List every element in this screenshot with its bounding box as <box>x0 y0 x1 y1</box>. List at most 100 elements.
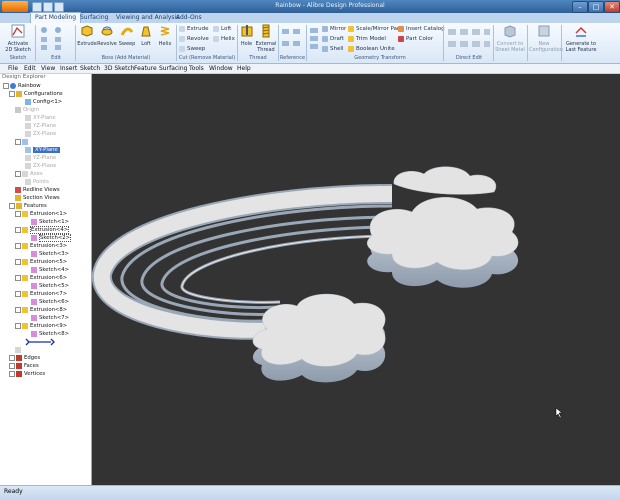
menu-3d-sketch[interactable]: 3D Sketch <box>104 64 135 73</box>
tree-node-vertices[interactable]: Vertices <box>0 370 90 378</box>
tree-node-feature[interactable]: Extrusion<4> <box>0 226 90 234</box>
minimize-button[interactable]: – <box>572 1 588 13</box>
cut-sweep-button[interactable]: Sweep <box>179 45 205 53</box>
collapse-icon[interactable] <box>15 210 21 217</box>
collapse-icon[interactable] <box>15 322 21 329</box>
boolean-unite-button[interactable]: Boolean Unite <box>348 45 395 53</box>
collapse-icon[interactable] <box>15 274 21 281</box>
collapse-icon[interactable] <box>9 202 15 209</box>
tree-node-sketch[interactable]: Sketch<5> <box>0 282 90 290</box>
part-color-button[interactable]: Part Color <box>398 35 433 43</box>
maximize-button[interactable]: □ <box>588 1 604 13</box>
tree-node-xy-plane[interactable]: XY-Plane <box>0 146 90 154</box>
tab-add-ons[interactable]: Add-Ons <box>172 13 206 23</box>
tree-node-feature[interactable]: Extrusion<1> <box>0 210 90 218</box>
new-configuration-button[interactable]: New Configuration <box>529 24 563 53</box>
tree-node-sketch[interactable]: Sketch<3> <box>0 250 90 258</box>
tree-node-sketch[interactable]: Sketch<1> <box>0 218 90 226</box>
tree-node-section-views[interactable]: Section Views <box>0 194 90 202</box>
expand-icon[interactable] <box>9 354 15 361</box>
menu-view[interactable]: View <box>41 64 55 73</box>
save-icon[interactable] <box>32 2 42 12</box>
convert-sheet-metal-button[interactable]: Convert to Sheet Metal <box>495 24 525 53</box>
tree-node-dim[interactable]: YZ-Plane <box>0 122 90 130</box>
tree-node-sketch[interactable]: Sketch<8> <box>0 330 90 338</box>
collapse-icon[interactable] <box>15 258 21 265</box>
tree-node-root[interactable]: Rainbow <box>0 82 90 90</box>
reference-tools[interactable] <box>281 26 303 52</box>
tree-node-sketch[interactable]: Sketch<7> <box>0 314 90 322</box>
draft-button[interactable]: Draft <box>322 35 344 43</box>
insert-catalog-button[interactable]: Insert Catalog <box>398 25 445 33</box>
boss-helix-button[interactable]: Helix <box>155 24 175 47</box>
tree-node-dim[interactable] <box>0 346 90 354</box>
tree-node-dim[interactable]: ZX-Plane <box>0 162 90 170</box>
tree-node-feature[interactable]: Extrusion<8> <box>0 306 90 314</box>
collapse-icon[interactable] <box>3 82 9 89</box>
rollback-marker[interactable] <box>0 338 90 346</box>
3d-viewport[interactable] <box>92 74 620 485</box>
boss-extrude-button[interactable]: Extrude <box>77 24 97 47</box>
cut-revolve-button[interactable]: Revolve <box>179 35 209 43</box>
tree-node-planes[interactable] <box>0 138 90 146</box>
shell-button[interactable]: Shell <box>322 45 343 53</box>
tree-node-edges[interactable]: Edges <box>0 354 90 362</box>
collapse-icon[interactable] <box>15 290 21 297</box>
collapse-icon[interactable] <box>9 90 15 97</box>
tree-node-dim[interactable]: XY-Plane <box>0 114 90 122</box>
boss-revolve-button[interactable]: Revolve <box>97 24 117 47</box>
tree-node-dim[interactable]: Points <box>0 178 90 186</box>
hole-button[interactable]: Hole <box>239 24 254 47</box>
tree-node-configurations[interactable]: Configurations <box>0 90 90 98</box>
activate-2d-sketch-button[interactable]: Activate 2D Sketch <box>3 24 33 53</box>
menu-edit[interactable]: Edit <box>24 64 36 73</box>
menu-sketch[interactable]: Sketch <box>80 64 100 73</box>
tree-node-config1[interactable]: Config<1> <box>0 98 90 106</box>
tree-node-sketch[interactable]: Sketch<6> <box>0 298 90 306</box>
close-button[interactable]: ✕ <box>604 1 620 13</box>
tree-node-feature[interactable]: Extrusion<5> <box>0 258 90 266</box>
undo-icon[interactable] <box>43 2 53 12</box>
tree-node-redline-views[interactable]: Redline Views <box>0 186 90 194</box>
mirror-button[interactable]: Mirror <box>322 25 346 33</box>
tree-node-feature[interactable]: Extrusion<7> <box>0 290 90 298</box>
tree-node-sketch[interactable]: Sketch<4> <box>0 266 90 274</box>
tree-node-dim[interactable]: YZ-Plane <box>0 154 90 162</box>
boss-sweep-button[interactable]: Sweep <box>117 24 137 47</box>
direct-edit-tools[interactable] <box>446 26 492 52</box>
menu-file[interactable]: File <box>8 64 18 73</box>
boss-loft-button[interactable]: Loft <box>137 24 155 47</box>
application-menu-button[interactable] <box>2 1 28 12</box>
collapse-icon[interactable] <box>15 306 21 313</box>
tree-node-features[interactable]: Features <box>0 202 90 210</box>
expand-icon[interactable] <box>9 362 15 369</box>
tree-node-faces[interactable]: Faces <box>0 362 90 370</box>
tree-node-feature[interactable]: Extrusion<9> <box>0 322 90 330</box>
collapse-icon[interactable] <box>15 226 21 233</box>
expand-icon[interactable] <box>9 370 15 377</box>
expand-icon[interactable] <box>15 170 21 177</box>
cut-extrude-button[interactable]: Extrude <box>179 25 209 33</box>
menu-tools[interactable]: Tools <box>189 64 204 73</box>
tree-node-dim[interactable]: ZX-Plane <box>0 130 90 138</box>
scale-mirror-part-button[interactable]: Scale/Mirror Part <box>348 25 401 33</box>
menu-insert[interactable]: Insert <box>60 64 77 73</box>
menu-help[interactable]: Help <box>237 64 251 73</box>
menu-feature[interactable]: Feature <box>134 64 157 73</box>
redo-icon[interactable] <box>54 2 64 12</box>
menu-window[interactable]: Window <box>209 64 233 73</box>
cut-helix-button[interactable]: Helix <box>213 35 235 43</box>
tab-surfacing[interactable]: Surfacing <box>76 13 112 23</box>
trim-model-button[interactable]: Trim Model <box>348 35 386 43</box>
cut-loft-button[interactable]: Loft <box>213 25 231 33</box>
collapse-icon[interactable] <box>15 242 21 249</box>
pattern-tools[interactable] <box>309 26 321 52</box>
collapse-icon[interactable] <box>15 138 21 145</box>
tree-node-dim[interactable]: Axes <box>0 170 90 178</box>
menu-surfacing[interactable]: Surfacing <box>159 64 187 73</box>
generate-last-feature-button[interactable]: Generate to Last Feature <box>563 24 599 53</box>
tree-node-sketch[interactable]: Sketch<2> <box>0 234 90 242</box>
tree-node-feature[interactable]: Extrusion<3> <box>0 242 90 250</box>
tree-node-origin[interactable]: Origin <box>0 106 90 114</box>
tree-node-feature[interactable]: Extrusion<6> <box>0 274 90 282</box>
